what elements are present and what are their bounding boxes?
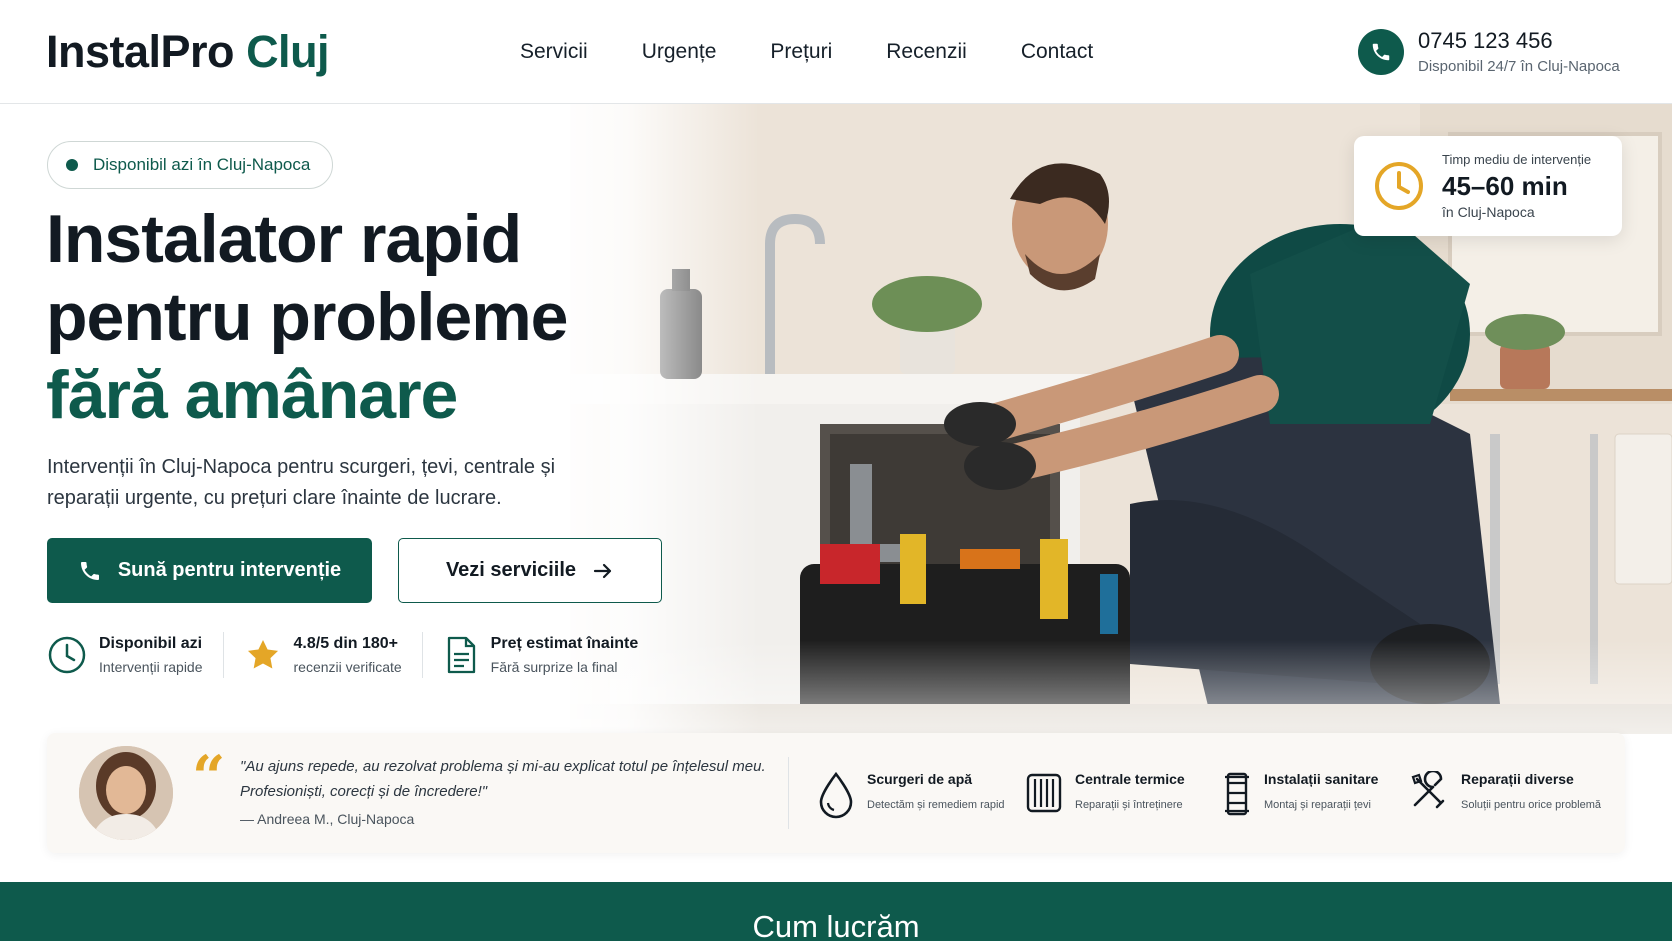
call-button[interactable]: Sună pentru intervenție [47,538,372,603]
clock-icon [47,635,87,675]
nav-urgente[interactable]: Urgențe [642,40,717,64]
nav-recenzii[interactable]: Recenzii [886,40,967,64]
time-card-sub: în Cluj-Napoca [1442,204,1535,220]
availability-badge-text: Disponibil azi în Cluj-Napoca [93,155,311,174]
avatar [79,746,173,840]
document-icon [443,635,479,675]
availability-badge: Disponibil azi în Cluj-Napoca [47,141,334,189]
service-water-leaks[interactable]: Scurgeri de apă Detectăm și remediem rap… [817,771,1005,819]
service-title: Instalații sanitare [1264,771,1379,787]
status-dot [66,159,78,171]
view-services-label: Vezi serviciile [445,559,577,581]
logo-accent: Cluj [246,26,330,77]
feature-sub: Intervenții rapide [99,659,203,675]
view-services-button[interactable]: Vezi serviciile [398,538,662,603]
tools-icon [1407,771,1449,813]
quote-mark-icon: “ [192,743,226,811]
strip-divider [788,757,789,829]
hero-title: Instalator rapid pentru probleme fără am… [46,200,646,434]
logo[interactable]: InstalPro Cluj [46,26,330,78]
section-title: Cum lucrăm [752,909,920,941]
header-phone[interactable]: 0745 123 456 Disponibil 24/7 în Cluj-Nap… [1358,28,1620,75]
feature-title: Disponibil azi [99,635,203,652]
hero-lead: Intervenții în Cluj-Napoca pentru scurge… [47,456,556,509]
service-sanitary[interactable]: Instalații sanitare Montaj și reparații … [1222,771,1378,817]
main-nav: Servicii Urgențe Prețuri Recenzii Contac… [520,40,1147,64]
feature-rating: 4.8/5 din 180+ recenzii verificate [244,632,423,678]
service-sub: Reparații și întreținere [1075,799,1183,811]
nav-preturi[interactable]: Prețuri [770,40,832,64]
nav-contact[interactable]: Contact [1021,40,1093,64]
phone-icon [78,559,102,583]
radiator-icon [1025,771,1063,815]
testimonial-author: — Andreea M., Cluj-Napoca [240,811,415,827]
service-title: Reparații diverse [1461,771,1574,787]
service-title: Scurgeri de apă [867,771,973,787]
water-drop-icon [817,771,855,819]
service-sub: Montaj și reparații țevi [1264,799,1371,811]
hero-image-bottom-fade [570,640,1672,734]
feature-available: Disponibil azi Intervenții rapide [47,632,224,678]
time-card-value: 45–60 min [1442,171,1568,201]
feature-sub: recenzii verificate [293,659,402,675]
hero-title-line3: fără amânare [46,357,458,433]
clock-icon [1372,159,1426,213]
phone-number: 0745 123 456 [1418,28,1553,53]
feature-title: Preț estimat înainte [490,635,639,652]
phone-availability: Disponibil 24/7 în Cluj-Napoca [1418,58,1620,75]
service-title: Centrale termice [1075,771,1185,787]
site-header: InstalPro Cluj Servicii Urgențe Prețuri … [0,0,1672,104]
service-sub: Soluții pentru orice problemă [1461,799,1602,811]
hero-title-line1: Instalator rapid [46,201,522,277]
hero-features: Disponibil azi Intervenții rapide 4.8/5 … [47,632,678,678]
feature-price: Preț estimat înainte Fără surprize la fi… [443,632,659,678]
service-repairs[interactable]: Reparații diverse Soluții pentru orice p… [1407,771,1601,813]
service-sub: Detectăm și remediem rapid [867,799,1005,811]
phone-icon [1358,28,1404,75]
hero-title-line2: pentru probleme [46,279,568,355]
pipe-icon [1222,771,1252,817]
time-card-label: Timp mediu de intervenție [1442,152,1592,167]
feature-title: 4.8/5 din 180+ [293,635,399,652]
nav-servicii[interactable]: Servicii [520,40,588,64]
service-heating[interactable]: Centrale termice Reparații și întreținer… [1025,771,1185,815]
testimonial-quote: "Au ajuns repede, au rezolvat problema ș… [240,758,766,800]
logo-main: InstalPro [46,26,235,77]
arrow-right-icon [592,560,614,582]
feature-sub: Fără surprize la final [490,659,618,675]
star-icon [244,636,282,674]
testimonial-services-strip: “ "Au ajuns repede, au rezolvat problema… [47,733,1625,853]
intervention-time-card: Timp mediu de intervenție 45–60 min în C… [1354,136,1622,236]
call-button-label: Sună pentru intervenție [117,559,342,581]
